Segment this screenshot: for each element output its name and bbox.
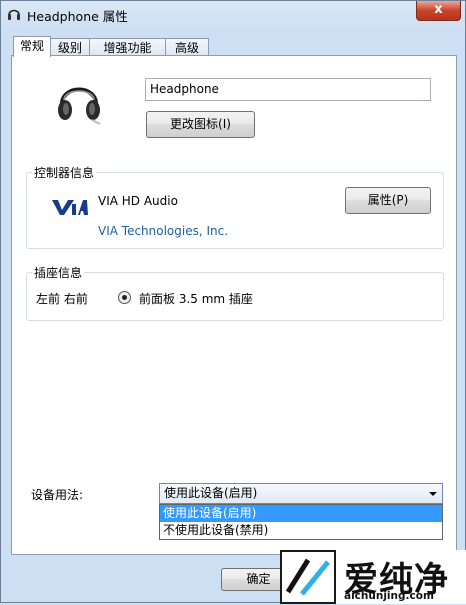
device-usage-label: 设备用法: xyxy=(31,488,84,502)
window-title: Headphone 属性 xyxy=(27,9,128,24)
device-name-input[interactable]: Headphone xyxy=(145,78,431,101)
close-icon: x xyxy=(434,2,443,17)
watermark: 爱纯净 aichunjing.com xyxy=(280,550,466,604)
chevron-down-icon[interactable] xyxy=(429,492,437,496)
tab-enhancements[interactable]: 增强功能 xyxy=(89,38,166,56)
usage-option-enable[interactable]: 使用此设备(启用) xyxy=(160,505,442,522)
usage-option-disable[interactable]: 不使用此设备(禁用) xyxy=(160,522,442,539)
jack-description: 前面板 3.5 mm 插座 xyxy=(139,292,253,306)
headphone-icon xyxy=(8,9,20,20)
jack-position: 左前 右前 xyxy=(36,292,88,306)
controller-group-label: 控制器信息 xyxy=(32,164,97,181)
device-usage-selected: 使用此设备(启用) xyxy=(164,486,258,500)
tab-panel-general: Headphone 更改图标(I) 控制器信息 VIA HD Audio 属性(… xyxy=(11,55,457,555)
headphone-device-icon xyxy=(58,87,101,125)
vendor-link[interactable]: VIA Technologies, Inc. xyxy=(98,224,228,238)
properties-window: Headphone 属性 x 常规 级别 增强功能 高级 Headphone 更… xyxy=(0,0,466,604)
jack-indicator-icon xyxy=(118,291,131,304)
watermark-logo-icon xyxy=(280,550,336,604)
via-logo-icon xyxy=(52,200,88,215)
jack-group-label: 插座信息 xyxy=(32,264,85,281)
tab-advanced[interactable]: 高级 xyxy=(165,38,209,56)
device-usage-select[interactable]: 使用此设备(启用) xyxy=(159,483,443,504)
controller-name: VIA HD Audio xyxy=(98,194,178,208)
change-icon-button[interactable]: 更改图标(I) xyxy=(146,111,255,138)
close-button[interactable]: x xyxy=(416,1,461,21)
controller-properties-button[interactable]: 属性(P) xyxy=(345,187,431,214)
tab-general[interactable]: 常规 xyxy=(13,36,51,57)
watermark-url: aichunjing.com xyxy=(344,590,434,602)
device-usage-dropdown: 使用此设备(启用) 不使用此设备(禁用) xyxy=(159,504,443,540)
title-bar[interactable]: Headphone 属性 x xyxy=(1,1,466,27)
tab-levels[interactable]: 级别 xyxy=(50,38,90,56)
